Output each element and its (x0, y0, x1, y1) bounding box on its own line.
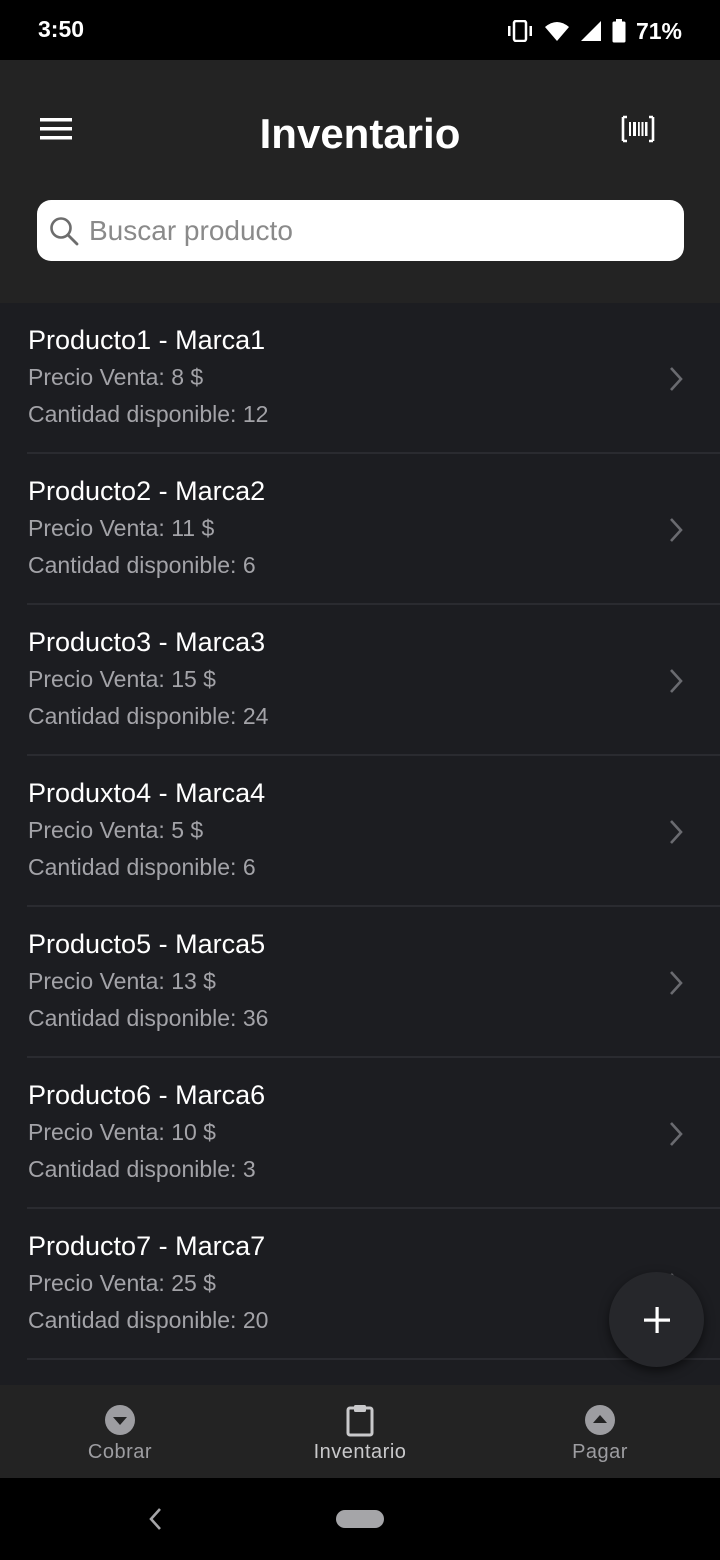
home-button[interactable] (336, 1510, 384, 1528)
plus-icon (643, 1306, 670, 1333)
system-navigation-bar (0, 1478, 720, 1560)
app-bar: Inventario (0, 60, 720, 303)
product-title: Producto2 - Marca2 (28, 476, 266, 506)
chevron-right-icon (670, 669, 683, 693)
search-icon (50, 216, 79, 245)
chevron-right-icon (670, 367, 683, 391)
arrow-up-circle-icon (585, 1405, 615, 1435)
add-product-button[interactable] (609, 1272, 704, 1367)
product-quantity: Cantidad disponible: 12 (28, 401, 269, 427)
product-quantity: Cantidad disponible: 20 (28, 1307, 269, 1333)
nav-label: Pagar (572, 1441, 628, 1463)
status-bar: 3:50 71% (0, 0, 720, 60)
product-quantity: Cantidad disponible: 3 (28, 1156, 256, 1182)
status-icons: 71% (506, 16, 682, 46)
menu-icon[interactable] (36, 116, 78, 146)
product-price: Precio Venta: 8 $ (28, 364, 204, 390)
battery-percentage: 71% (635, 17, 682, 44)
arrow-down-circle-icon (105, 1405, 135, 1435)
product-price: Precio Venta: 13 $ (28, 968, 216, 994)
status-time: 3:50 (38, 16, 85, 42)
search-bar[interactable] (37, 200, 684, 261)
list-item[interactable]: Producto6 - Marca6 Precio Venta: 10 $ Ca… (0, 1058, 720, 1209)
signal-icon (580, 21, 601, 41)
product-list: Producto1 - Marca1 Precio Venta: 8 $ Can… (0, 303, 720, 1385)
back-icon[interactable] (146, 1506, 166, 1532)
chevron-right-icon (670, 518, 683, 542)
clipboard-icon (346, 1405, 374, 1437)
list-item[interactable]: Producto1 - Marca1 Precio Venta: 8 $ Can… (0, 303, 720, 454)
product-price: Precio Venta: 25 $ (28, 1270, 216, 1296)
list-item[interactable]: Produxto4 - Marca4 Precio Venta: 5 $ Can… (0, 756, 720, 907)
list-item[interactable]: Producto2 - Marca2 Precio Venta: 11 $ Ca… (0, 454, 720, 605)
product-quantity: Cantidad disponible: 6 (28, 552, 256, 578)
bottom-navigation: Cobrar Inventario Pagar (0, 1385, 720, 1478)
product-price: Precio Venta: 5 $ (28, 817, 204, 843)
barcode-scan-icon[interactable] (620, 114, 656, 144)
chevron-right-icon (670, 971, 683, 995)
chevron-right-icon (670, 1122, 683, 1146)
product-title: Producto3 - Marca3 (28, 627, 266, 657)
product-price: Precio Venta: 15 $ (28, 666, 216, 692)
battery-icon (612, 19, 626, 43)
product-quantity: Cantidad disponible: 6 (28, 854, 256, 880)
nav-item-cobrar[interactable]: Cobrar (0, 1385, 240, 1478)
nav-label: Inventario (313, 1441, 407, 1463)
chevron-right-icon (670, 820, 683, 844)
vibrate-icon (507, 20, 532, 42)
nav-item-inventario[interactable]: Inventario (240, 1385, 480, 1478)
divider (27, 1358, 720, 1360)
list-item[interactable]: Producto3 - Marca3 Precio Venta: 15 $ Ca… (0, 605, 720, 756)
product-price: Precio Venta: 10 $ (28, 1119, 216, 1145)
list-item[interactable]: Producto5 - Marca5 Precio Venta: 13 $ Ca… (0, 907, 720, 1058)
product-title: Producto7 - Marca7 (28, 1231, 266, 1261)
nav-item-pagar[interactable]: Pagar (480, 1385, 720, 1478)
product-quantity: Cantidad disponible: 36 (28, 1005, 269, 1031)
nav-label: Cobrar (87, 1441, 153, 1463)
page-title: Inventario (259, 110, 461, 157)
product-title: Producto1 - Marca1 (28, 325, 266, 355)
search-input[interactable] (89, 214, 659, 247)
product-quantity: Cantidad disponible: 24 (28, 703, 269, 729)
product-price: Precio Venta: 11 $ (28, 515, 215, 541)
wifi-icon (544, 22, 569, 41)
product-title: Produxto4 - Marca4 (28, 778, 266, 808)
product-title: Producto5 - Marca5 (28, 929, 266, 959)
product-title: Producto6 - Marca6 (28, 1080, 266, 1110)
